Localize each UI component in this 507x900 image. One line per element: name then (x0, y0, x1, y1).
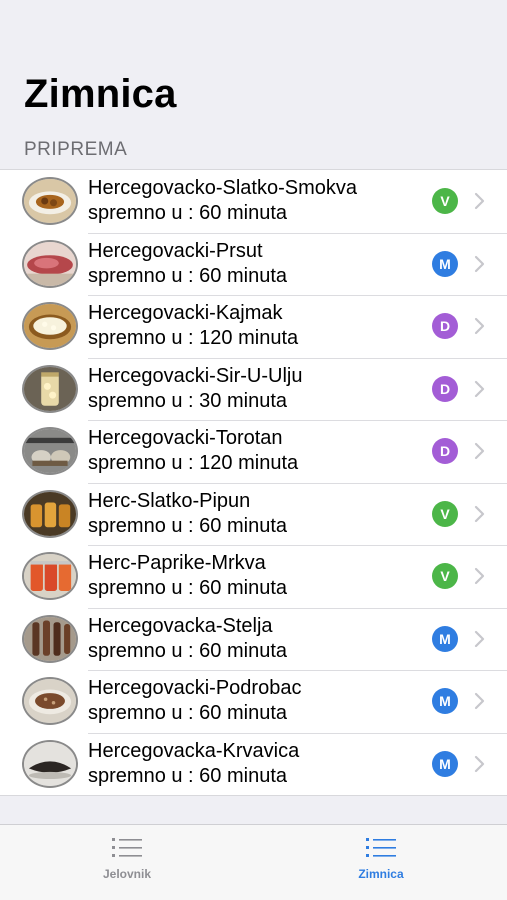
item-title: Hercegovacko-Slatko-Smokva (88, 177, 357, 199)
category-badge: M (432, 250, 458, 277)
item-text: Hercegovacka-Stelja spremno u : 60 minut… (88, 614, 287, 664)
chevron-right-icon (474, 193, 485, 210)
item-title: Hercegovacki-Prsut (88, 239, 263, 262)
item-subtitle: spremno u : 30 minuta (88, 389, 287, 412)
chevron-right-icon (474, 318, 485, 335)
item-title: Hercegovacki-Sir-U-Ulju (88, 364, 303, 387)
tab-jelovnik[interactable]: Jelovnik (27, 825, 227, 900)
item-text: Hercegovacki-Podrobac spremno u : 60 min… (88, 676, 301, 726)
dried-meat-icon (22, 614, 78, 663)
item-text: Hercegovacka-Krvavica spremno u : 60 min… (88, 739, 299, 789)
item-subtitle: spremno u : 60 minuta (88, 577, 287, 599)
category-badge: V (432, 500, 458, 527)
list-item[interactable]: Hercegovacki-Podrobac spremno u : 60 min… (0, 670, 507, 733)
section-header: PRIPREMA (24, 139, 128, 160)
category-badge: V (432, 188, 458, 215)
ham-icon (22, 239, 78, 288)
category-badge: V (432, 563, 458, 590)
item-text: Herc-Slatko-Pipun spremno u : 60 minuta (88, 489, 287, 539)
item-text: Hercegovacko-Slatko-Smokva spremno u : 6… (88, 176, 357, 226)
item-subtitle: spremno u : 60 minuta (88, 702, 287, 724)
chevron-right-icon (474, 630, 485, 647)
item-text: Hercegovacki-Torotan spremno u : 120 min… (88, 426, 298, 476)
list-icon (366, 838, 396, 857)
item-title: Hercegovacka-Krvavica (88, 739, 300, 762)
recipe-list: Hercegovacko-Slatko-Smokva spremno u : 6… (0, 169, 507, 796)
list-item[interactable]: Hercegovacko-Slatko-Smokva spremno u : 6… (0, 170, 507, 233)
pots-icon (22, 427, 78, 476)
list-item[interactable]: Hercegovacki-Sir-U-Ulju spremno u : 30 m… (0, 357, 507, 421)
item-title: Hercegovacki-Torotan (88, 427, 283, 449)
tab-label-zimnica: Zimnica (358, 867, 404, 881)
category-badge: D (432, 313, 458, 340)
item-subtitle: spremno u : 60 minuta (88, 514, 287, 537)
cream-icon (22, 302, 78, 351)
item-title: Hercegovacki-Kajmak (88, 302, 283, 324)
item-text: Hercegovacki-Sir-U-Ulju spremno u : 30 m… (88, 364, 302, 414)
category-badge: M (432, 750, 458, 777)
jars-icon (22, 489, 78, 538)
item-text: Hercegovacki-Kajmak spremno u : 120 minu… (88, 301, 298, 351)
category-badge: D (432, 438, 458, 465)
item-subtitle: spremno u : 120 minuta (88, 452, 299, 474)
item-text: Hercegovacki-Prsut spremno u : 60 minuta (88, 239, 287, 289)
jar-icon (22, 364, 78, 413)
item-subtitle: spremno u : 60 minuta (88, 202, 287, 224)
item-title: Herc-Slatko-Pipun (88, 489, 251, 512)
chevron-right-icon (474, 505, 485, 522)
category-badge: D (432, 375, 458, 402)
list-icon (112, 838, 142, 857)
chevron-right-icon (474, 443, 485, 460)
item-text: Herc-Paprike-Mrkva spremno u : 60 minuta (88, 551, 287, 601)
list-item[interactable]: Herc-Paprike-Mrkva spremno u : 60 minuta… (0, 545, 507, 608)
item-subtitle: spremno u : 60 minuta (88, 264, 287, 287)
meat-dish-icon (22, 677, 78, 726)
category-badge: M (432, 625, 458, 652)
chevron-right-icon (474, 380, 485, 397)
dish-icon (22, 177, 78, 226)
tab-bar: Jelovnik Zimnica (0, 824, 507, 900)
sausage-icon (22, 739, 78, 788)
item-subtitle: spremno u : 60 minuta (88, 639, 287, 662)
list-item[interactable]: Hercegovacka-Krvavica spremno u : 60 min… (0, 732, 507, 796)
list-item[interactable]: Herc-Slatko-Pipun spremno u : 60 minuta … (0, 482, 507, 546)
tab-label-jelovnik: Jelovnik (102, 867, 152, 881)
chevron-right-icon (474, 568, 485, 585)
tab-zimnica[interactable]: Zimnica (281, 825, 481, 900)
chevron-right-icon (474, 755, 485, 772)
item-title: Hercegovacka-Stelja (88, 614, 273, 637)
pepper-jars-icon (22, 552, 78, 601)
list-item[interactable]: Hercegovacki-Kajmak spremno u : 120 minu… (0, 295, 507, 358)
list-item[interactable]: Hercegovacka-Stelja spremno u : 60 minut… (0, 607, 507, 671)
list-item[interactable]: Hercegovacki-Prsut spremno u : 60 minuta… (0, 232, 507, 296)
item-subtitle: spremno u : 60 minuta (88, 764, 287, 787)
item-subtitle: spremno u : 120 minuta (88, 327, 299, 349)
item-title: Herc-Paprike-Mrkva (88, 552, 266, 574)
chevron-right-icon (474, 255, 485, 272)
item-title: Hercegovacki-Podrobac (88, 677, 302, 699)
list-item[interactable]: Hercegovacki-Torotan spremno u : 120 min… (0, 420, 507, 483)
category-badge: M (432, 688, 458, 715)
chevron-right-icon (474, 693, 485, 710)
page-title: Zimnica (24, 72, 177, 116)
